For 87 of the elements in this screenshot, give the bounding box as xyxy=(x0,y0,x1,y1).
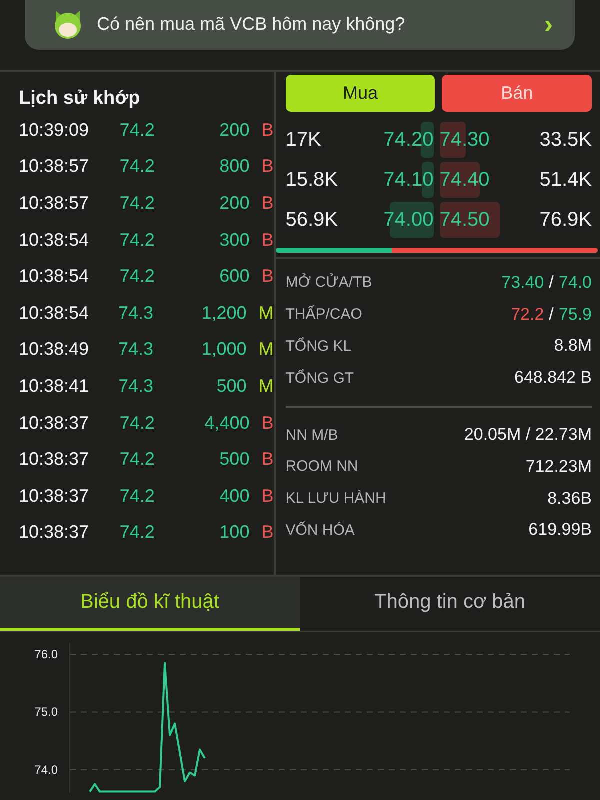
trade-side: B xyxy=(262,522,274,544)
trade-side: B xyxy=(262,486,274,507)
trade-price: 74.2 xyxy=(120,522,156,544)
trade-side: B xyxy=(262,120,274,141)
stat-label: NN M/B xyxy=(286,426,338,444)
trade-time: 10:38:49 xyxy=(19,339,90,360)
ask-price: 74.40 xyxy=(440,162,540,198)
trade-volume: 1,200 xyxy=(200,302,247,324)
trade-volume: 500 xyxy=(216,376,247,397)
ask-volume: 76.9K xyxy=(540,208,593,232)
axis-tick-label: 74.0 xyxy=(34,762,58,777)
trade-side: B xyxy=(262,266,274,288)
trade-time: 10:38:37 xyxy=(19,522,90,544)
trade-side: B xyxy=(262,156,274,178)
stat-value: 8.36B xyxy=(548,488,592,509)
section-title: Lịch sử khớp xyxy=(19,88,142,110)
stat-label: TỔNG GT xyxy=(286,370,354,387)
trade-volume: 100 xyxy=(218,522,250,544)
trade-time: 10:38:37 xyxy=(19,449,90,470)
trade-side: M xyxy=(258,302,274,324)
axis-tick-label: 76.0 xyxy=(34,648,58,662)
trade-time: 10:39:09 xyxy=(19,120,90,141)
trade-time: 10:38:54 xyxy=(19,230,90,251)
trade-volume: 300 xyxy=(218,230,250,251)
question-banner[interactable]: Có nên mua mã VCB hôm nay không? › xyxy=(25,0,575,50)
trade-volume: 200 xyxy=(218,120,250,141)
trade-volume: 400 xyxy=(218,486,250,507)
bid-volume: 15.8K xyxy=(286,168,336,192)
tab[interactable]: Biểu đồ kĩ thuật xyxy=(0,577,300,631)
stat-value: 648.842 B xyxy=(514,368,592,388)
stat-value: 73.40 xyxy=(502,272,544,293)
stat-label: VỐN HÓA xyxy=(286,522,355,539)
axis-tick-label: 75.0 xyxy=(34,705,58,720)
trade-price: 74.2 xyxy=(120,266,156,288)
ask-volume: 33.5K xyxy=(540,128,593,152)
trade-time: 10:38:37 xyxy=(19,412,90,434)
trade-time: 10:38:54 xyxy=(19,302,90,324)
buy-button[interactable]: Mua xyxy=(286,75,436,112)
trade-side: B xyxy=(262,412,274,434)
trade-price: 74.2 xyxy=(120,486,156,507)
question-text: Có nên mua mã VCB hôm nay không? xyxy=(97,14,406,34)
trade-price: 74.2 xyxy=(120,230,156,251)
trade-price: 74.2 xyxy=(120,412,156,434)
trade-volume: 1,000 xyxy=(200,339,247,360)
bid-volume: 56.9K xyxy=(286,208,336,232)
trade-side: B xyxy=(262,449,274,470)
stat-label: THẤP/CAO xyxy=(286,306,362,324)
ask-volume: 51.4K xyxy=(540,168,593,192)
stat-value: 75.9 xyxy=(558,304,592,325)
stat-value: 74.0 xyxy=(558,272,592,293)
trade-side: B xyxy=(262,230,274,251)
chevron-icon: › xyxy=(544,11,553,37)
trade-volume: 4,400 xyxy=(204,412,250,434)
stat-value: 8.8M xyxy=(554,336,592,356)
trade-price: 74.3 xyxy=(118,302,155,324)
stat-label: KL LƯU HÀNH xyxy=(286,490,386,508)
trade-side: M xyxy=(258,339,274,360)
trade-price: 74.2 xyxy=(120,120,156,141)
stat-value: 20.05M / 22.73M xyxy=(464,425,592,446)
trade-volume: 500 xyxy=(218,449,250,470)
trade-time: 10:38:37 xyxy=(19,486,90,507)
trade-time: 10:38:57 xyxy=(19,156,90,178)
trade-side: B xyxy=(262,192,274,214)
trade-price: 74.3 xyxy=(118,376,155,397)
trade-time: 10:38:57 xyxy=(19,192,90,214)
trade-volume: 600 xyxy=(218,266,250,288)
stat-label: MỞ CỬA/TB xyxy=(286,274,372,292)
stat-value: 72.2 xyxy=(511,304,544,325)
bid-price: 74.20 xyxy=(336,122,434,158)
tab[interactable]: Thông tin cơ bản xyxy=(300,577,600,631)
trade-side: M xyxy=(258,376,274,397)
trade-volume: 200 xyxy=(218,192,250,214)
trade-volume: 800 xyxy=(218,156,250,178)
trade-time: 10:38:41 xyxy=(19,376,90,397)
trade-price: 74.3 xyxy=(118,339,155,360)
stat-value: 619.99B xyxy=(528,520,592,540)
stat-value: 712.23M xyxy=(526,456,592,477)
stat-value: / xyxy=(549,272,554,293)
trade-time: 10:38:54 xyxy=(19,266,90,288)
stat-label: ROOM NN xyxy=(286,458,358,476)
stat-label: TỔNG KL xyxy=(286,338,352,355)
trade-price: 74.2 xyxy=(120,449,156,470)
stat-value: / xyxy=(549,304,554,325)
trade-price: 74.2 xyxy=(120,156,156,178)
trade-price: 74.2 xyxy=(120,192,156,214)
ask-price: 74.30 xyxy=(440,122,540,158)
bid-volume: 17K xyxy=(286,128,322,152)
